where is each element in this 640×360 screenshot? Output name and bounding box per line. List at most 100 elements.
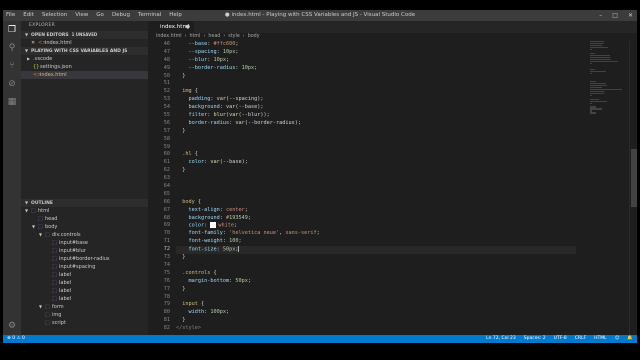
outline-item[interactable]: ⬚ head [21,215,148,223]
code-line[interactable]: font-size: 50px; [176,246,576,255]
close-icon[interactable]: ✕ [31,39,38,47]
file-item[interactable]: <>index.html [21,71,148,79]
code-editor[interactable]: --base: #ffc600; --spacing: 10px; --blur… [176,41,576,333]
minimap-line [590,72,593,74]
extensions-icon[interactable]: ▦ [7,97,17,107]
outline-item[interactable]: ⬚ input#blur [21,247,148,255]
code-line[interactable]: background: var(--base); [176,104,576,112]
outline-item[interactable]: ⬚ label [21,271,148,279]
debug-icon[interactable]: ⊘ [7,79,17,89]
outline-label: div.controls [52,232,81,238]
file-item[interactable]: ▶ .vscode [21,55,148,63]
outline-label: html [38,208,50,214]
code-line[interactable]: } [176,73,576,81]
outline-item[interactable]: ▼ ⬚ form [21,303,148,311]
code-line[interactable]: } [176,286,576,294]
language-mode[interactable]: HTML [594,335,607,343]
symbol-icon: ⬚ [31,208,36,214]
maximize-icon[interactable]: □ [612,10,618,21]
code-line[interactable]: padding: var(--spacing); [176,96,576,104]
code-line[interactable]: .controls { [176,270,576,278]
line-number: 71 [163,238,170,245]
code-line[interactable]: --base: #ffc600; [176,41,576,49]
code-line[interactable]: --spacing: 10px; [176,49,576,57]
code-line[interactable]: border-radius: var(--border-radius); [176,120,576,128]
breadcrumb-item[interactable]: index.html [156,34,182,39]
status-bar: ⊗ 0 ⚠ 0 Ln 72, Col 23 Spaces: 2 UTF-8 CR… [3,335,637,343]
dirty-indicator-icon[interactable]: ● [186,21,190,33]
code-line[interactable]: .hl { [176,151,576,159]
code-line[interactable]: } [176,128,576,136]
code-line[interactable] [176,262,576,270]
breadcrumb-item[interactable]: style [228,34,240,39]
project-section[interactable]: ▼ PLAYING WITH CSS VARIABLES AND JS [21,47,148,55]
gear-icon[interactable]: ⚙ [7,321,17,331]
code-line[interactable]: body { [176,199,576,207]
line-endings[interactable]: CRLF [575,335,586,343]
breadcrumb-item[interactable]: html [190,34,201,39]
minimap[interactable] [590,41,628,161]
outline-item[interactable]: ⬚ input#base [21,239,148,247]
code-line[interactable]: color: var(--base); [176,159,576,167]
code-line[interactable] [176,136,576,144]
code-line[interactable] [176,144,576,152]
code-line[interactable]: } [176,254,576,262]
tab-bar: index.html ● [148,21,637,33]
code-line[interactable]: } [176,167,576,175]
outline-item[interactable]: ⬚ input#border-radius [21,255,148,263]
symbol-icon: ⬚ [38,224,43,230]
problems-indicator[interactable]: ⊗ 0 ⚠ 0 [7,335,25,343]
minimap-line [590,60,618,63]
cursor-position[interactable]: Ln 72, Col 23 [486,335,516,343]
code-line[interactable] [176,183,576,191]
code-line[interactable]: font-weight: 100; [176,238,576,246]
outline-item[interactable]: ▼ ⬚ html [21,207,148,215]
code-line[interactable]: } [176,317,576,325]
code-line[interactable]: font-family: 'helvetica neue', sans-seri… [176,230,576,238]
code-line[interactable]: --blur: 10px; [176,57,576,65]
close-icon[interactable]: ✕ [628,10,633,21]
code-line[interactable] [176,191,576,199]
color-swatch-icon[interactable] [210,222,217,229]
code-line[interactable]: width: 100px; [176,309,576,317]
breadcrumb-item[interactable]: body [248,34,260,39]
code-line[interactable]: input { [176,301,576,309]
editor-scrollbar[interactable] [629,41,637,335]
indentation[interactable]: Spaces: 2 [524,335,546,343]
symbol-icon: ⬚ [52,240,57,246]
outline-item[interactable]: ▼ ⬚ body [21,223,148,231]
code-line[interactable]: --border-radius: 10px; [176,65,576,73]
outline-item[interactable]: ⬚ label [21,287,148,295]
scroll-thumb[interactable] [631,149,637,207]
code-line[interactable]: img { [176,88,576,96]
source-control-icon[interactable]: ⑂ [7,61,17,71]
outline-item[interactable]: ⬚ script [21,319,148,327]
outline-section[interactable]: ▼ OUTLINE [21,199,148,207]
outline-item[interactable]: ▼ ⬚ div.controls [21,231,148,239]
notifications-icon[interactable]: 🔔 [627,335,633,343]
code-line[interactable] [176,175,576,183]
tab-index-html[interactable]: index.html ● [148,21,194,33]
encoding[interactable]: UTF-8 [554,335,567,343]
file-item[interactable]: {}settings.json [21,63,148,71]
outline-item[interactable]: ⬚ input#spacing [21,263,148,271]
outline-item[interactable]: ⬚ label [21,279,148,287]
code-line[interactable]: filter: blur(var(--blur)); [176,112,576,120]
feedback-icon[interactable]: ☺ [615,335,620,343]
open-editor-item[interactable]: ✕ <>index.html [21,39,148,47]
files-icon[interactable]: ❐ [7,25,17,35]
code-line[interactable]: </style> [176,325,576,333]
search-icon[interactable]: ⚲ [7,43,17,53]
code-line[interactable]: background: #193549; [176,215,576,223]
outline-item[interactable]: ⬚ label [21,295,148,303]
breadcrumb-item[interactable]: head [208,34,220,39]
code-line[interactable] [176,80,576,88]
minimap-line [590,100,607,102]
code-line[interactable]: color: white; [176,222,576,230]
code-line[interactable]: text-align: center; [176,207,576,215]
code-line[interactable] [176,294,576,302]
code-line[interactable]: margin-bottom: 50px; [176,278,576,286]
outline-item[interactable]: ⬚ img [21,311,148,319]
minimize-icon[interactable]: – [599,10,602,21]
open-editors-section[interactable]: ▼ OPEN EDITORS 1 UNSAVED [21,31,148,39]
